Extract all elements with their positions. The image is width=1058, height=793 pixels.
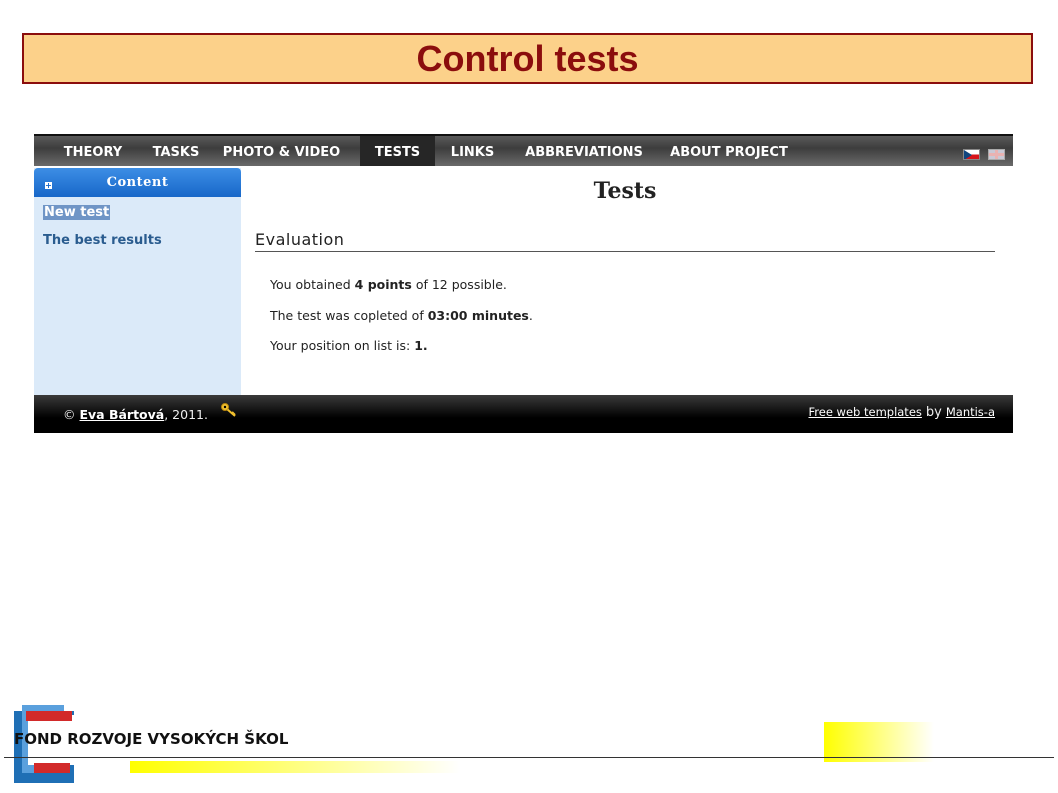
- result-points-pre: You obtained: [270, 277, 355, 292]
- fund-name: FOND ROZVOJE VYSOKÝCH ŠKOL: [14, 730, 289, 748]
- result-points-post: of 12 possible.: [411, 277, 507, 292]
- nav-item-tasks[interactable]: TASKS: [142, 136, 210, 166]
- sidebar-heading-label: Content: [106, 175, 169, 190]
- result-position-value: 1.: [414, 338, 428, 353]
- sidebar-item-new-test[interactable]: New test: [43, 205, 111, 220]
- slide-title-box: Control tests: [22, 33, 1033, 84]
- sidebar: + Content New test The best results: [34, 168, 241, 395]
- sidebar-heading: + Content: [34, 168, 241, 197]
- result-position-pre: Your position on list is:: [270, 338, 415, 353]
- nav-item-about-project[interactable]: ABOUT PROJECT: [661, 136, 797, 166]
- key-icon[interactable]: [220, 402, 238, 418]
- result-time-value: 03:00 minutes: [427, 308, 529, 323]
- nav-item-tests[interactable]: TESTS: [360, 136, 435, 166]
- mantis-link[interactable]: Mantis-a: [946, 405, 995, 419]
- footer-copyright: © Eva Bártová, 2011.: [63, 407, 208, 422]
- result-points: You obtained 4 points of 12 possible.: [270, 277, 507, 292]
- result-time: The test was copleted of 03:00 minutes.: [270, 308, 533, 323]
- footer-credits: Free web templates by Mantis-a: [808, 405, 995, 420]
- english-flag-icon[interactable]: [988, 149, 1005, 160]
- section-divider: [255, 251, 995, 252]
- decorative-yellow-block: [824, 722, 934, 762]
- sidebar-item-best-results[interactable]: The best results: [43, 233, 162, 248]
- nav-item-abbreviations[interactable]: ABBREVIATIONS: [515, 136, 653, 166]
- nav-item-theory[interactable]: THEORY: [52, 136, 134, 166]
- bottom-divider: [4, 757, 1054, 758]
- decorative-yellow-bar: [130, 761, 460, 773]
- page-title: Tests: [593, 178, 657, 204]
- free-templates-link[interactable]: Free web templates: [808, 405, 921, 419]
- result-position: Your position on list is: 1.: [270, 338, 428, 353]
- top-navigation: THEORY TASKS PHOTO & VIDEO TESTS LINKS A…: [34, 134, 1013, 166]
- site-footer: © Eva Bártová, 2011. Free web templates b…: [34, 395, 1013, 433]
- footer-by: by: [925, 405, 942, 420]
- website-screenshot: THEORY TASKS PHOTO & VIDEO TESTS LINKS A…: [34, 134, 1013, 433]
- czech-flag-icon[interactable]: [963, 149, 980, 160]
- result-time-pre: The test was copleted of: [270, 308, 428, 323]
- result-time-post: .: [528, 308, 533, 323]
- result-points-value: 4 points: [354, 277, 412, 292]
- main-content: Tests Evaluation You obtained 4 points o…: [241, 168, 1013, 395]
- copyright-symbol: ©: [63, 407, 76, 422]
- slide-title: Control tests: [416, 37, 639, 79]
- nav-item-links[interactable]: LINKS: [440, 136, 505, 166]
- nav-item-photo-video[interactable]: PHOTO & VIDEO: [220, 136, 343, 166]
- author-link[interactable]: Eva Bártová: [79, 407, 164, 422]
- footer-year: , 2011.: [164, 407, 208, 422]
- section-title: Evaluation: [255, 230, 345, 249]
